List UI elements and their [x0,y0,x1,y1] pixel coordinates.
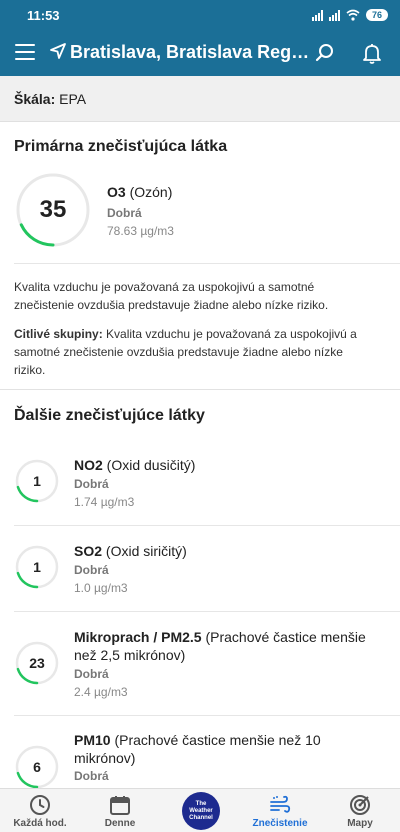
so2-aqi-ring: 1 [15,545,59,589]
logo-text: The Weather Channel [189,801,213,822]
primary-aqi-ring: 35 [15,172,91,248]
divider [14,263,400,264]
signal-icon [312,9,323,21]
search-icon[interactable] [315,43,335,63]
pollutant-status: Dobrá [74,769,109,783]
pollutant-concentration: 1.74 µg/m3 [74,495,135,509]
primary-aqi-value: 35 [39,196,67,223]
pm10-aqi-ring: 6 [15,745,59,789]
nav-pollution-label: Znečistenie [252,818,308,829]
bell-icon[interactable] [362,42,382,64]
scale-text: Škála: EPA [14,91,86,107]
aqi-value: 6 [33,759,41,775]
menu-icon[interactable] [15,44,35,60]
app-bar: Bratislava, Bratislava Region ... [0,30,400,76]
no2-aqi-ring: 1 [15,459,59,503]
scale-label: Škála: [14,91,56,107]
pollutant-name: PM10 (Prachové častice menšie než 10 mik… [74,731,374,767]
primary-name-rest: (Ozón) [125,184,173,200]
primary-name-bold: O3 [107,184,126,200]
nav-hourly-label: Každá hod. [13,818,67,829]
aqi-value: 23 [29,655,45,671]
primary-title: Primárna znečisťujúca látka [14,138,228,155]
pollutant-name-rest: (Prachové častice menšie než 10 mikrónov… [74,732,321,766]
primary-status: Dobrá [107,206,142,220]
pollutant-name: NO2 (Oxid dusičitý) [74,456,374,474]
battery-icon: 76 [366,9,388,21]
sensitive-groups-text: Citlivé skupiny: Kvalita vzduchu je pova… [14,325,374,379]
pollutant-status: Dobrá [74,563,109,577]
primary-description: Kvalita vzduchu je považovaná za uspokoj… [14,280,329,312]
bottom-nav: Každá hod. Denne The Weather Channel Zneči… [0,788,400,832]
clock-icon [30,795,50,815]
status-time: 11:53 [27,8,60,23]
radar-icon [350,795,370,815]
pollutant-name-bold: Mikroprach / PM2.5 [74,629,202,645]
primary-pollutant-name: O3 (Ozón) [107,184,172,200]
location-title[interactable]: Bratislava, Bratislava Region ... [70,42,310,63]
pollutant-name: SO2 (Oxid siričitý) [74,542,374,560]
divider [14,525,400,526]
nav-daily[interactable]: Denne [80,789,160,832]
pollutant-concentration: 2.4 µg/m3 [74,685,128,699]
nav-maps[interactable]: Mapy [320,789,400,832]
nav-maps-label: Mapy [347,818,373,829]
pollutant-name: Mikroprach / PM2.5 (Prachové častice men… [74,628,374,664]
others-title: Ďalšie znečisťujúce látky [14,407,205,424]
status-bar: 11:53 76 [0,0,400,30]
pollutant-status: Dobrá [74,477,109,491]
nav-pollution[interactable]: Znečistenie [240,789,320,832]
pollutant-concentration: 1.0 µg/m3 [74,581,128,595]
primary-concentration: 78.63 µg/m3 [107,224,174,238]
sensitive-label: Citlivé skupiny: [14,327,103,341]
pollutant-name-bold: PM10 [74,732,111,748]
pollutant-name-rest: (Oxid dusičitý) [102,457,196,473]
status-icons: 76 [312,7,388,23]
pm25-aqi-ring: 23 [15,641,59,685]
divider [14,715,400,716]
nav-daily-label: Denne [104,818,136,829]
scale-value: EPA [59,91,87,107]
aqi-value: 1 [33,559,41,575]
logo-line-1: The [195,800,207,807]
wifi-icon [346,9,360,21]
location-arrow-icon [50,43,66,59]
aqi-value: 1 [33,473,41,489]
pollutant-status: Dobrá [74,667,109,681]
nav-hourly[interactable]: Každá hod. [0,789,80,832]
calendar-icon [110,796,130,815]
scale-bar: Škála: EPA [0,76,400,122]
wind-icon [270,795,291,813]
signal-icon-2 [329,9,340,21]
pollutant-name-rest: (Oxid siričitý) [102,543,187,559]
weather-channel-logo[interactable]: The Weather Channel [182,792,220,830]
pollutant-name-bold: NO2 [74,457,103,473]
logo-line-3: Channel [189,814,213,821]
pollutant-name-bold: SO2 [74,543,103,559]
section-divider [0,389,400,390]
logo-line-2: Weather [189,807,213,814]
divider [14,611,400,612]
